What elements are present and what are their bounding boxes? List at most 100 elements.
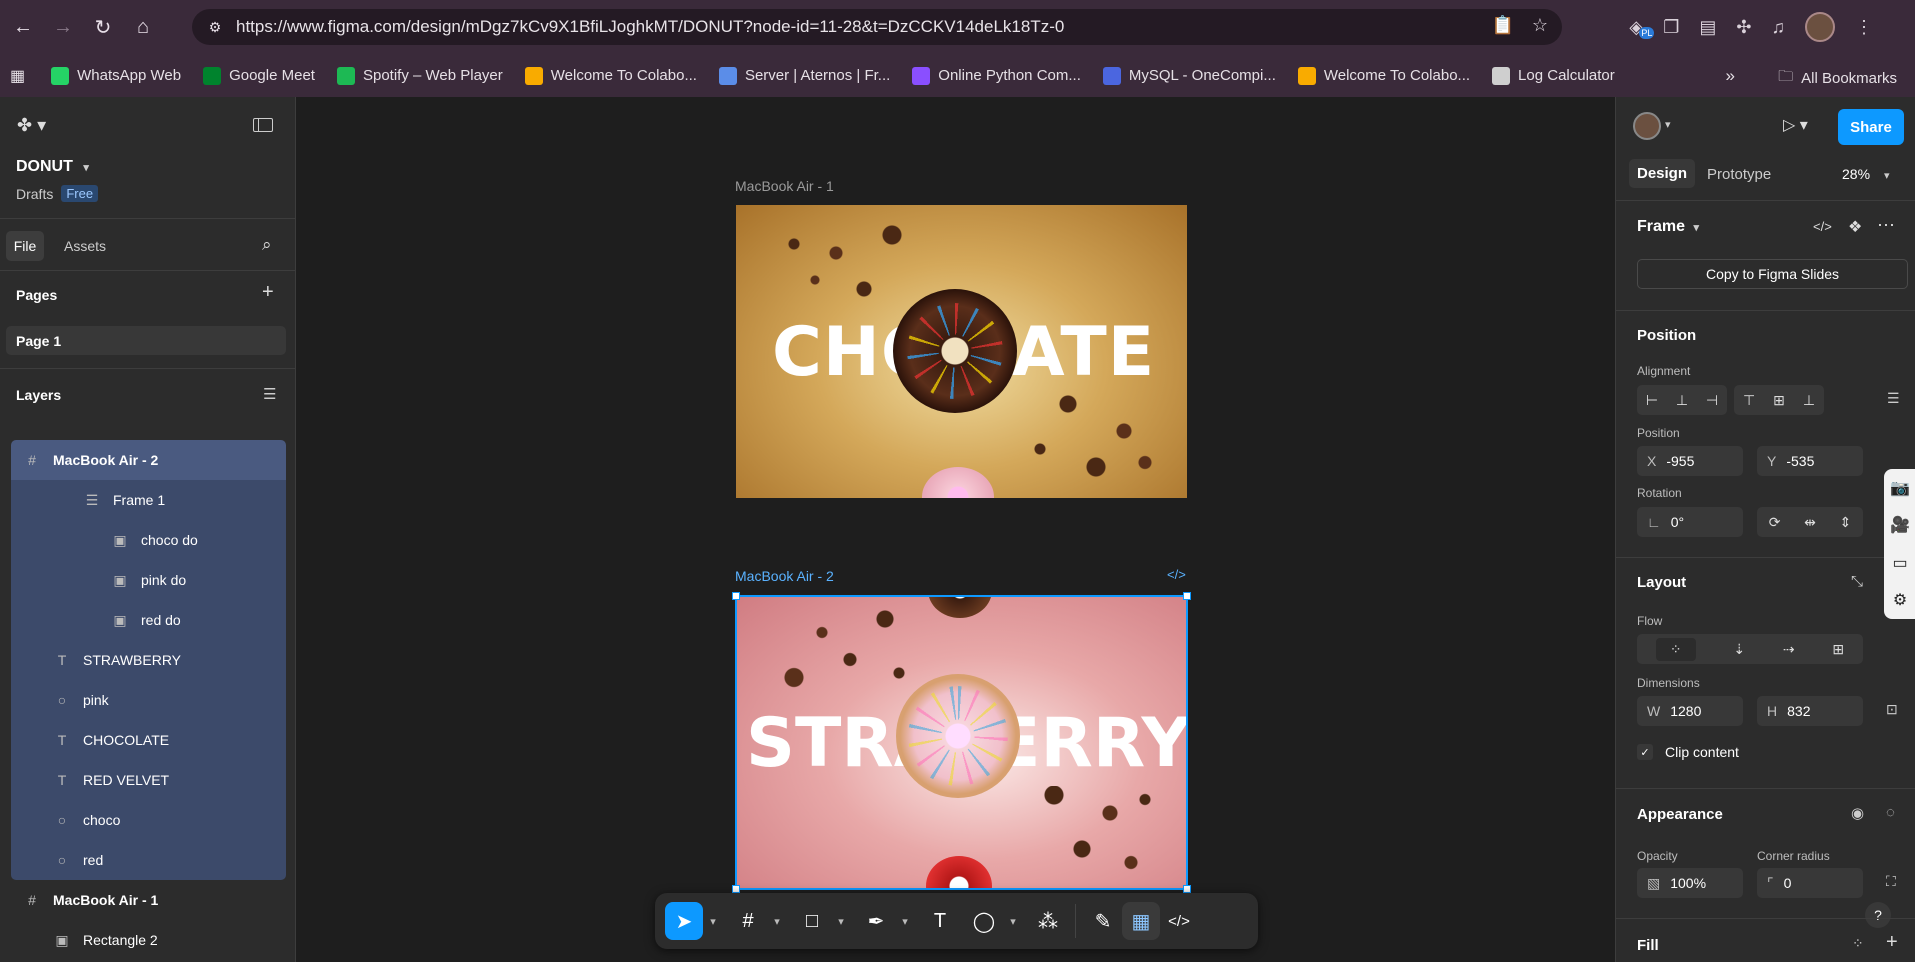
back-icon[interactable]: ←	[6, 10, 40, 44]
bookmark-item[interactable]: Server | Aternos | Fr...	[718, 66, 890, 85]
width-input[interactable]: W 1280	[1637, 696, 1743, 726]
copy-to-slides-button[interactable]: Copy to Figma Slides	[1637, 259, 1908, 289]
actions-tool-icon[interactable]: ⁂	[1029, 902, 1067, 940]
text-tool-icon[interactable]: T	[921, 902, 959, 940]
frame-label-macbook-air-2[interactable]: MacBook Air - 2	[735, 568, 834, 584]
page-item[interactable]: Page 1	[6, 326, 286, 355]
frame-macbook-air-1[interactable]: CHO ATE	[736, 205, 1187, 498]
bookmark-item[interactable]: Log Calculator	[1492, 66, 1615, 85]
chevron-down-icon[interactable]: ▾	[1003, 915, 1023, 928]
align-top-icon[interactable]: ⊤	[1743, 392, 1755, 409]
frame-label-macbook-air-1[interactable]: MacBook Air - 1	[735, 178, 834, 194]
apps-grid-icon[interactable]: ▦	[10, 66, 25, 86]
drafts-label[interactable]: Drafts	[16, 186, 53, 202]
opacity-input[interactable]: ▧ 100%	[1637, 868, 1743, 898]
chevron-down-icon[interactable]: ▾	[895, 915, 915, 928]
draw-tool-icon[interactable]: ✎	[1084, 902, 1122, 940]
align-center-h-icon[interactable]: ⊥	[1676, 392, 1688, 409]
distribute-icon[interactable]: ☰	[1887, 390, 1900, 407]
comment-tool-icon[interactable]: ◯	[965, 902, 1003, 940]
component-icon[interactable]: ❖	[1848, 217, 1862, 237]
move-tool-icon[interactable]: ➤	[665, 902, 703, 940]
chevron-down-icon[interactable]: ▾	[1665, 118, 1671, 131]
flow-free-icon[interactable]: ⁘	[1655, 637, 1696, 661]
menu-icon[interactable]: ⋮	[1855, 17, 1873, 38]
tab-file[interactable]: File	[6, 231, 44, 261]
window-icon[interactable]: ▭	[1892, 553, 1907, 573]
bookmark-item[interactable]: WhatsApp Web	[51, 66, 181, 85]
site-info-icon[interactable]: ⚙	[204, 16, 226, 38]
bookmark-star-icon[interactable]: ☆	[1532, 15, 1548, 36]
clip-content-checkbox[interactable]: ✓ Clip content	[1637, 744, 1739, 760]
resize-to-fit-icon[interactable]: ⊡	[1886, 701, 1898, 718]
add-page-icon[interactable]: +	[262, 281, 274, 304]
more-bookmarks-button[interactable]: »	[1726, 66, 1735, 86]
layer-item[interactable]: T RED VELVET	[11, 760, 286, 800]
dev-mode-icon[interactable]: </>	[1167, 567, 1186, 582]
video-icon[interactable]: 🎥	[1890, 515, 1910, 535]
align-bottom-icon[interactable]: ⊥	[1803, 392, 1815, 409]
bookmark-item[interactable]: Spotify – Web Player	[336, 66, 503, 85]
selection-type[interactable]: Frame ▾	[1637, 218, 1699, 236]
chevron-down-icon[interactable]: ▾	[703, 915, 723, 928]
rectangle-tool-icon[interactable]: □	[793, 902, 831, 940]
puzzle-icon[interactable]: ✣	[1736, 17, 1751, 38]
address-bar[interactable]: ⚙ https://www.figma.com/design/mDgz7kCv9…	[192, 9, 1562, 45]
profile-avatar[interactable]	[1805, 12, 1835, 42]
rotate-icon[interactable]: ⟳	[1769, 514, 1781, 531]
help-button[interactable]: ?	[1865, 902, 1891, 928]
add-fill-icon[interactable]: +	[1886, 931, 1898, 954]
align-right-icon[interactable]: ⊣	[1706, 392, 1718, 409]
bookmark-item[interactable]: Welcome To Colabo...	[524, 66, 697, 85]
tab-design[interactable]: Design	[1629, 159, 1696, 188]
rotation-input[interactable]: ∟ 0°	[1637, 507, 1743, 537]
collapse-layout-icon[interactable]: ⤡	[1851, 573, 1863, 590]
extension-icon[interactable]: ◈ PL	[1629, 17, 1655, 39]
bookmark-item[interactable]: MySQL - OneCompi...	[1102, 66, 1276, 85]
user-avatar[interactable]	[1633, 112, 1661, 140]
chevron-down-icon[interactable]: ▾	[831, 915, 851, 928]
flow-grid-icon[interactable]: ⊞	[1832, 641, 1844, 658]
layer-item[interactable]: # MacBook Air - 1	[11, 880, 286, 920]
canvas[interactable]: MacBook Air - 1 CHO ATE MacBook Air - 2 …	[297, 97, 1614, 962]
layer-item[interactable]: # MacBook Air - 2	[11, 440, 286, 480]
design-mode-icon[interactable]: ▦	[1122, 902, 1160, 940]
sidebar-toggle-icon[interactable]	[253, 118, 273, 132]
url-text[interactable]: https://www.figma.com/design/mDgz7kCv9X1…	[236, 17, 1064, 37]
flow-vertical-icon[interactable]: ⇣	[1733, 641, 1745, 658]
layer-item[interactable]: ☰ Frame 1	[11, 480, 286, 520]
layer-item[interactable]: T STRAWBERRY	[11, 640, 286, 680]
flip-vertical-icon[interactable]: ⇕	[1839, 514, 1851, 531]
copy-icon[interactable]: ❐	[1663, 17, 1679, 38]
layer-item[interactable]: ○ pink	[11, 680, 286, 720]
layer-item[interactable]: ○ choco	[11, 800, 286, 840]
align-middle-icon[interactable]: ⊞	[1773, 392, 1785, 409]
y-position-input[interactable]: Y -535	[1757, 446, 1863, 476]
search-icon[interactable]: ⌕	[262, 235, 272, 255]
layer-item[interactable]: ▣ Rectangle 2	[11, 920, 286, 960]
media-icon[interactable]: ♫	[1772, 17, 1786, 38]
x-position-input[interactable]: X -955	[1637, 446, 1743, 476]
file-title[interactable]: DONUT ▾	[16, 158, 89, 176]
code-icon[interactable]: </>	[1813, 219, 1832, 234]
settings-gear-icon[interactable]: ⚙	[1893, 590, 1907, 610]
independent-corners-icon[interactable]: ⛶	[1886, 873, 1896, 890]
frame-macbook-air-2[interactable]: STRA ERRY	[736, 596, 1187, 889]
share-button[interactable]: Share	[1838, 109, 1904, 145]
layer-item[interactable]: ▣ choco do	[11, 520, 286, 560]
pen-tool-icon[interactable]: ✒	[857, 902, 895, 940]
dev-mode-toggle-icon[interactable]: </>	[1160, 902, 1198, 940]
height-input[interactable]: H 832	[1757, 696, 1863, 726]
tab-prototype[interactable]: Prototype	[1707, 166, 1771, 183]
forward-icon[interactable]: →	[46, 10, 80, 44]
bookmark-item[interactable]: Online Python Com...	[912, 66, 1081, 85]
flow-horizontal-icon[interactable]: ⇢	[1783, 641, 1795, 658]
layer-item[interactable]: ○ red	[11, 840, 286, 880]
all-bookmarks-button[interactable]: 🗀 All Bookmarks	[1778, 66, 1897, 91]
layer-item[interactable]: T CHOCOLATE	[11, 720, 286, 760]
camera-icon[interactable]: 📷	[1890, 478, 1910, 498]
present-icon[interactable]: ▷ ▾	[1783, 115, 1808, 135]
more-options-icon[interactable]: ⋯	[1877, 215, 1895, 236]
layer-item[interactable]: ▣ pink do	[11, 560, 286, 600]
align-left-icon[interactable]: ⊢	[1646, 392, 1658, 409]
